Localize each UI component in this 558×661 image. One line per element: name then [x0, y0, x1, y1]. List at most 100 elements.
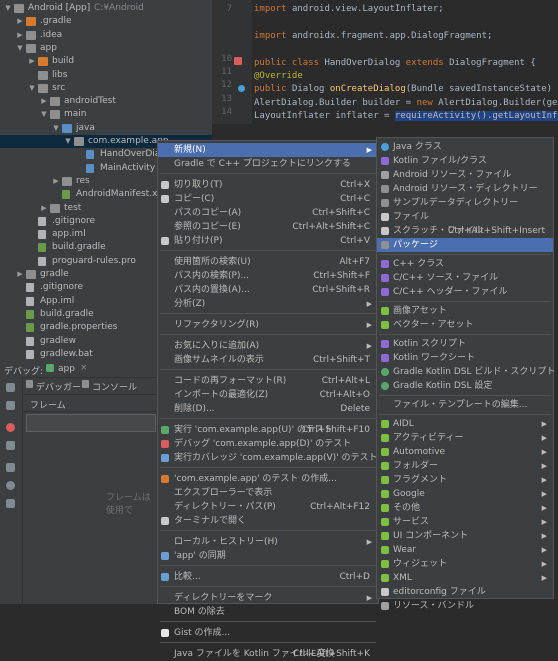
menu-item[interactable]: Gradle Kotlin DSL ビルド・スクリプト — [377, 365, 555, 379]
tree-row[interactable]: ▼ app — [0, 42, 212, 55]
code-line[interactable]: public Dialog onCreateDialog(Bundle save… — [254, 84, 558, 94]
resume-icon[interactable] — [6, 383, 15, 392]
menu-item[interactable]: リファクタリング(R) ▶ — [158, 318, 378, 332]
menu-item[interactable]: 'com.example.app' のテスト の作成... — [158, 472, 378, 486]
menu-item[interactable]: お気に入りに追加(A) ▶ — [158, 339, 378, 353]
menu-item[interactable]: フォルダー ▶ — [377, 459, 553, 473]
menu-item[interactable]: C/C++ ヘッダー・ファイル — [377, 285, 553, 299]
menu-item[interactable]: パスのコピー(A) Ctrl+Shift+C — [158, 206, 378, 220]
menu-item[interactable]: UI コンポーネント ▶ — [377, 529, 553, 543]
tab-debugger[interactable]: デバッガー — [36, 380, 81, 393]
menu-item[interactable]: ターミナルで開く — [158, 514, 378, 528]
menu-item[interactable]: BOM の除去 — [158, 605, 378, 619]
menu-item[interactable]: AIDL ▶ — [377, 417, 553, 431]
menu-item[interactable]: 切り取り(T) Ctrl+X — [158, 178, 378, 192]
tree-row[interactable]: ▼ Android [App] C:¥Android — [0, 2, 212, 15]
tree-row[interactable]: ▼ src — [0, 82, 212, 95]
menu-item[interactable]: 新規(N) ▶ — [158, 143, 378, 157]
menu-item[interactable]: 参照のコピー(E) Ctrl+Alt+Shift+C — [158, 220, 378, 234]
menu-item[interactable]: 比較... Ctrl+D — [158, 570, 378, 584]
mute-breakpoints-icon[interactable] — [6, 441, 15, 450]
menu-item[interactable]: Kotlin スクリプト — [377, 337, 553, 351]
menu-item[interactable]: サンプルデータディレクトリー — [377, 196, 553, 210]
menu-item[interactable]: 貼り付け(P) Ctrl+V — [158, 234, 378, 248]
menu-item[interactable]: フラグメント ▶ — [377, 473, 553, 487]
debug-tab-app[interactable]: app — [58, 364, 75, 374]
pin-icon[interactable] — [6, 499, 15, 508]
menu-item[interactable]: Android リソース・ディレクトリー — [377, 182, 553, 196]
breakpoint-icon[interactable] — [6, 423, 15, 432]
expanded-arrow-icon[interactable]: ▼ — [28, 82, 36, 95]
menu-item[interactable]: Kotlin ワークシート — [377, 351, 553, 365]
menu-item[interactable]: Automotive ▶ — [377, 445, 553, 459]
menu-item[interactable]: Wear ▶ — [377, 543, 553, 557]
menu-item[interactable]: パス内の検索(P)... Ctrl+Shift+F — [158, 269, 378, 283]
tab-console[interactable]: コンソール — [92, 380, 137, 393]
menu-item[interactable]: 画像サムネイルの表示 Ctrl+Shift+T — [158, 353, 378, 367]
menu-item[interactable]: その他 ▶ — [377, 501, 553, 515]
tree-row[interactable]: ▶ androidTest — [0, 95, 212, 108]
tree-row[interactable]: ▶ build — [0, 55, 212, 68]
menu-item[interactable]: インポートの最適化(Z) Ctrl+Alt+O — [158, 388, 378, 402]
override-icon[interactable] — [238, 85, 245, 92]
menu-item[interactable]: 分析(Z) ▶ — [158, 297, 378, 311]
menu-item[interactable]: コードの再フォーマット(R) Ctrl+Alt+L — [158, 374, 378, 388]
menu-item[interactable]: ディレクトリー・パス(P) Ctrl+Alt+F12 — [158, 500, 378, 514]
camera-icon[interactable] — [6, 463, 15, 472]
menu-item[interactable]: 'app' の同期 — [158, 549, 378, 563]
menu-item[interactable]: C/C++ ソース・ファイル — [377, 271, 553, 285]
code-line[interactable]: import androidx.fragment.app.DialogFragm… — [254, 31, 492, 41]
collapsed-arrow-icon[interactable]: ▶ — [16, 29, 24, 42]
tree-row[interactable]: libs — [0, 69, 212, 82]
expanded-arrow-icon[interactable]: ▼ — [64, 135, 72, 148]
menu-item[interactable]: XML ▶ — [377, 571, 553, 585]
collapsed-arrow-icon[interactable]: ▶ — [16, 268, 24, 281]
menu-item[interactable]: アクティビティー ▶ — [377, 431, 553, 445]
menu-item[interactable]: パッケージ — [377, 238, 553, 252]
menu-item[interactable]: Java ファイルを Kotlin ファイルに変換 Ctrl+Alt+Shift+… — [158, 647, 378, 661]
menu-item[interactable]: ローカル・ヒストリー(H) ▶ — [158, 535, 378, 549]
menu-item[interactable]: リソース・バンドル — [377, 599, 553, 613]
code-line[interactable]: public class HandOverDialog extends Dial… — [254, 58, 536, 68]
close-icon[interactable]: × — [80, 363, 88, 373]
menu-item[interactable]: Google ▶ — [377, 487, 553, 501]
context-menu[interactable]: 新規(N) ▶ Gradle で C++ プロジェクトにリンクする 切り取り(T) Ct… — [157, 140, 379, 659]
expanded-arrow-icon[interactable]: ▼ — [16, 42, 24, 55]
menu-item[interactable]: editorconfig ファイル — [377, 585, 553, 599]
menu-item[interactable]: Java クラス — [377, 140, 553, 154]
menu-item[interactable]: C++ クラス — [377, 257, 553, 271]
menu-item[interactable]: サービス ▶ — [377, 515, 553, 529]
menu-item[interactable]: Kotlin ファイル/クラス — [377, 154, 553, 168]
code-line[interactable]: @Override — [254, 71, 303, 81]
menu-item[interactable]: ファイル・テンプレートの編集... — [377, 398, 553, 412]
tree-row[interactable]: ▼ main — [0, 108, 212, 121]
menu-item[interactable]: 実行カバレッジ 'com.example.app(V)' のテスト — [158, 451, 378, 465]
menu-item[interactable]: スクラッチ・ファイル Ctrl+Alt+Shift+Insert — [377, 224, 553, 238]
expanded-arrow-icon[interactable]: ▼ — [52, 122, 60, 135]
collapsed-arrow-icon[interactable]: ▶ — [40, 202, 48, 215]
expanded-arrow-icon[interactable]: ▼ — [4, 2, 12, 15]
code-editor[interactable]: import android.view.LayoutInflater; impor… — [252, 0, 558, 124]
menu-item[interactable]: ベクター・アセット — [377, 318, 553, 332]
collapsed-arrow-icon[interactable]: ▶ — [52, 175, 60, 188]
menu-item[interactable]: Android リソース・ファイル — [377, 168, 553, 182]
menu-item[interactable]: 削除(D)... Delete — [158, 402, 378, 416]
menu-item[interactable]: ディレクトリーをマーク ▶ — [158, 591, 378, 605]
menu-item[interactable]: Gist の作成... — [158, 626, 378, 640]
pause-icon[interactable] — [6, 401, 15, 410]
menu-item[interactable]: ファイル — [377, 210, 553, 224]
collapsed-arrow-icon[interactable]: ▶ — [28, 55, 36, 68]
menu-item[interactable]: 画像アセット — [377, 304, 553, 318]
menu-item[interactable]: 使用箇所の検索(U) Alt+F7 — [158, 255, 378, 269]
override-icon[interactable] — [234, 57, 242, 65]
menu-item[interactable]: デバッグ 'com.example.app(D)' のテスト — [158, 437, 378, 451]
tree-row[interactable]: ▶ .idea — [0, 29, 212, 42]
code-line[interactable]: LayoutInflater inflater = requireActivit… — [254, 111, 558, 121]
gear-icon[interactable] — [6, 481, 15, 490]
menu-item[interactable]: Gradle で C++ プロジェクトにリンクする — [158, 157, 378, 171]
menu-item[interactable]: コピー(C) Ctrl+C — [158, 192, 378, 206]
collapsed-arrow-icon[interactable]: ▶ — [16, 15, 24, 28]
menu-item[interactable]: パス内の置換(A)... Ctrl+Shift+R — [158, 283, 378, 297]
menu-item[interactable]: Gradle Kotlin DSL 設定 — [377, 379, 553, 393]
code-line[interactable]: import android.view.LayoutInflater; — [254, 4, 444, 14]
